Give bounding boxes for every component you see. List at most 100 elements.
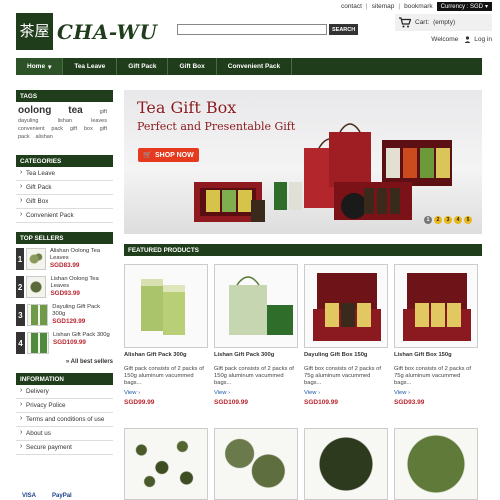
top-seller-item[interactable]: 2 Lishan Oolong Tea Leaves SGD93.99 — [16, 276, 113, 300]
nav-item-gift-pack[interactable]: Gift Pack — [117, 58, 169, 75]
pager-dot[interactable]: 4 — [454, 216, 462, 224]
product-price: SGD83.99 — [49, 262, 80, 269]
hero-banner[interactable]: Tea Gift Box Perfect and Presentable Gif… — [124, 90, 482, 234]
visa-logo: VISA — [22, 493, 37, 499]
product-image[interactable] — [214, 264, 298, 348]
nav-item-tea-leave[interactable]: Tea Leave — [63, 58, 118, 75]
product-thumbnail[interactable] — [26, 248, 46, 270]
nav-item-convenient-pack[interactable]: Convenient Pack — [217, 58, 293, 75]
product-image[interactable] — [394, 428, 478, 500]
info-link[interactable]: About us — [16, 427, 113, 441]
product-description: Gift box consists of 2 packs of 75g alum… — [394, 366, 472, 386]
product-image[interactable] — [124, 428, 208, 500]
product-name[interactable]: Alishan Oolong Tea Leaves — [50, 248, 113, 262]
featured-heading: FEATURED PRODUCTS — [124, 244, 482, 256]
top-seller-item[interactable]: 1 Alishan Oolong Tea Leaves SGD83.99 — [16, 248, 113, 272]
category-item[interactable]: Convenient Pack — [16, 209, 113, 223]
product-name[interactable]: Lishan Gift Box 150g — [394, 352, 478, 364]
product-name[interactable]: Lishan Oolong Tea Leaves — [50, 276, 113, 290]
login-link[interactable]: Log in — [464, 36, 492, 43]
tag-link[interactable]: oolong — [18, 106, 51, 116]
product-price: SGD99.99 — [124, 399, 155, 406]
sitemap-link[interactable]: sitemap — [372, 3, 395, 10]
view-link[interactable]: View › — [394, 390, 478, 399]
logo-text: CHA-WU — [57, 19, 158, 44]
nav-item-gift-box[interactable]: Gift Box — [168, 58, 217, 75]
product-image[interactable] — [304, 264, 388, 348]
product-image[interactable] — [304, 428, 388, 500]
all-best-sellers-link[interactable]: » All best sellers — [16, 359, 113, 365]
product-price: SGD109.99 — [214, 399, 248, 406]
info-link[interactable]: Terms and conditions of use — [16, 413, 113, 427]
tag-link[interactable]: gift — [70, 125, 77, 133]
product-image[interactable] — [394, 264, 478, 348]
category-item[interactable]: Gift Box — [16, 195, 113, 209]
product-price: SGD129.99 — [52, 318, 86, 325]
shop-now-button[interactable]: 🛒 SHOP NOW — [138, 148, 199, 162]
cart-summary[interactable]: Cart: (empty) — [395, 14, 492, 31]
product-description: Gift box consists of 2 packs of 75g alum… — [304, 366, 382, 386]
tag-link[interactable]: tea — [68, 106, 82, 116]
tag-link[interactable]: gift — [100, 107, 107, 117]
product-image[interactable] — [124, 264, 208, 348]
tag-link[interactable]: lishan — [58, 117, 72, 125]
info-link[interactable]: Privacy Police — [16, 399, 113, 413]
top-links: contact | sitemap | bookmark Currency : … — [341, 2, 492, 11]
chevron-right-icon: › — [408, 390, 411, 396]
rank-number: 3 — [16, 304, 25, 326]
category-item[interactable]: Tea Leave — [16, 167, 113, 181]
pager-dot[interactable]: 2 — [434, 216, 442, 224]
product-thumbnail[interactable] — [26, 276, 47, 298]
pager-dot[interactable]: 1 — [424, 216, 432, 224]
product-thumbnail[interactable] — [27, 332, 49, 354]
bookmark-link[interactable]: bookmark — [404, 3, 433, 10]
info-link[interactable]: Delivery — [16, 385, 113, 399]
view-link[interactable]: View › — [124, 390, 208, 399]
categories-block: CATEGORIES Tea Leave Gift Pack Gift Box … — [16, 155, 113, 223]
cart-icon: 🛒 — [143, 152, 152, 159]
product-description: Gift pack consists of 2 packs of 150g al… — [214, 366, 294, 386]
tags-heading: TAGS — [16, 90, 113, 102]
product-name[interactable]: Lishan Gift Pack 300g — [214, 352, 298, 364]
nav-item-home[interactable]: Home ▾ — [16, 58, 64, 75]
product-card: Dayuling Gift Box 150g Gift box consists… — [304, 264, 388, 406]
tag-link[interactable]: alishan — [35, 134, 52, 140]
contact-link[interactable]: contact — [341, 3, 362, 10]
search-button[interactable]: SEARCH — [329, 24, 359, 35]
view-link[interactable]: View › — [304, 390, 388, 399]
currency-select[interactable]: Currency : SGD ▾ — [436, 2, 492, 11]
pager-dot[interactable]: 3 — [444, 216, 452, 224]
featured-products-row-2 — [124, 428, 482, 500]
banner-pager: 1 2 3 4 5 — [424, 216, 472, 224]
search-input[interactable] — [177, 24, 327, 35]
nav-label: Gift Pack — [128, 63, 157, 70]
product-name[interactable]: Dayuling Gift Pack 300g — [52, 304, 113, 318]
tag-cloud: oolong tea gift dayuling lishan leaves c… — [16, 102, 113, 147]
product-name[interactable]: Alishan Gift Pack 300g — [124, 352, 208, 364]
gift-box-image — [313, 273, 381, 341]
product-name[interactable]: Lishan Gift Pack 300g — [53, 332, 110, 339]
top-sellers-heading: TOP SELLERS — [16, 232, 113, 244]
tag-link[interactable]: dayuling — [18, 117, 39, 125]
pager-dot[interactable]: 5 — [464, 216, 472, 224]
chevron-down-icon: ▾ — [48, 63, 52, 71]
tag-link[interactable]: pack — [51, 125, 63, 133]
info-link[interactable]: Secure payment — [16, 441, 113, 455]
top-seller-item[interactable]: 4 Lishan Gift Pack 300g SGD109.99 — [16, 332, 113, 356]
tag-link[interactable]: pack — [18, 134, 30, 140]
view-link[interactable]: View › — [214, 390, 298, 399]
rank-number: 2 — [16, 276, 25, 298]
tag-link[interactable]: gift — [100, 125, 107, 133]
top-seller-item[interactable]: 3 Dayuling Gift Pack 300g SGD129.99 — [16, 304, 113, 328]
cart-icon — [399, 17, 411, 28]
site-logo[interactable]: 茶屋 CHA-WU — [16, 13, 157, 50]
category-item[interactable]: Gift Pack — [16, 181, 113, 195]
featured-products-grid: Alishan Gift Pack 300g Gift pack consist… — [124, 264, 482, 406]
categories-heading: CATEGORIES — [16, 155, 113, 167]
product-image[interactable] — [214, 428, 298, 500]
tag-link[interactable]: leaves — [91, 117, 107, 125]
product-name[interactable]: Dayuling Gift Box 150g — [304, 352, 388, 364]
tag-link[interactable]: convenient — [18, 125, 45, 133]
product-thumbnail[interactable] — [26, 304, 49, 326]
tag-link[interactable]: box — [84, 125, 93, 133]
